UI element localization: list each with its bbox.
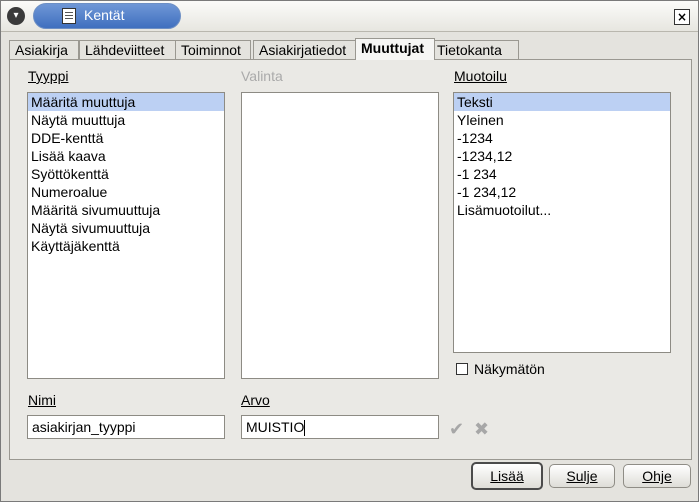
fields-dialog: ▾ Kentät × Asiakirja Lähdeviitteet Toimi…: [0, 0, 699, 502]
type-item-nayta-muuttuja[interactable]: Näytä muuttuja: [28, 111, 224, 129]
close-button[interactable]: Sulje: [549, 464, 615, 488]
type-item-maarita-muuttuja[interactable]: Määritä muuttuja: [28, 93, 224, 111]
name-field-value: asiakirjan_tyyppi: [32, 419, 136, 435]
tab-muuttujat[interactable]: Muuttujat: [355, 38, 435, 60]
help-button[interactable]: Ohje: [623, 464, 691, 488]
title-pill: Kentät: [33, 3, 181, 29]
tab-asiakirja[interactable]: Asiakirja: [9, 40, 79, 60]
type-item-kayttajakentta[interactable]: Käyttäjäkenttä: [28, 237, 224, 255]
tab-tietokanta[interactable]: Tietokanta: [431, 40, 519, 60]
title-bar: ▾ Kentät ×: [1, 1, 698, 32]
format-label-text: Muotoilu: [454, 68, 507, 84]
type-listbox[interactable]: Määritä muuttuja Näytä muuttuja DDE-kent…: [27, 92, 225, 379]
type-label: Tyyppi: [28, 68, 68, 84]
format-item-teksti[interactable]: Teksti: [454, 93, 670, 111]
format-item-lisamuotoilut[interactable]: Lisämuotoilut...: [454, 201, 670, 219]
window-menu-icon[interactable]: ▾: [7, 7, 25, 25]
invisible-checkbox[interactable]: [456, 363, 468, 375]
type-label-text: Tyyppi: [28, 68, 69, 84]
invisible-label: Näkymätön: [474, 361, 545, 377]
tab-asiakirjatiedot[interactable]: Asiakirjatiedot: [253, 40, 363, 60]
format-item-yleinen[interactable]: Yleinen: [454, 111, 670, 129]
close-icon[interactable]: ×: [674, 9, 690, 25]
value-field[interactable]: MUISTIO: [241, 415, 439, 439]
tab-lahdeviitteet[interactable]: Lähdeviitteet: [79, 40, 177, 60]
window-title: Kentät: [84, 7, 125, 23]
format-item-1-234[interactable]: -1 234: [454, 165, 670, 183]
close-button-label: Sulje: [566, 468, 598, 484]
value-label: Arvo: [241, 392, 270, 408]
insert-button[interactable]: Lisää: [471, 462, 543, 490]
value-field-value: MUISTIO: [246, 419, 305, 435]
format-item-1234-12[interactable]: -1234,12: [454, 147, 670, 165]
document-icon: [62, 8, 76, 24]
format-item-1-234-12[interactable]: -1 234,12: [454, 183, 670, 201]
x-icon[interactable]: ✖: [474, 421, 492, 439]
type-item-numeroalue[interactable]: Numeroalue: [28, 183, 224, 201]
name-label-text: Nimi: [28, 392, 56, 408]
type-item-lisaa-kaava[interactable]: Lisää kaava: [28, 147, 224, 165]
help-button-label: Ohje: [642, 468, 672, 484]
insert-button-label: Lisää: [490, 468, 524, 484]
format-listbox[interactable]: Teksti Yleinen -1234 -1234,12 -1 234 -1 …: [453, 92, 671, 353]
format-item-1234[interactable]: -1234: [454, 129, 670, 147]
type-item-dde-kentta[interactable]: DDE-kenttä: [28, 129, 224, 147]
tab-toiminnot[interactable]: Toiminnot: [175, 40, 251, 60]
type-item-maarita-sivumuuttuja[interactable]: Määritä sivumuuttuja: [28, 201, 224, 219]
type-item-nayta-sivumuuttuja[interactable]: Näytä sivumuuttuja: [28, 219, 224, 237]
selection-listbox[interactable]: [241, 92, 439, 379]
format-label: Muotoilu: [454, 68, 507, 84]
name-label: Nimi: [28, 392, 56, 408]
name-field[interactable]: asiakirjan_tyyppi: [27, 415, 225, 439]
value-label-text: Arvo: [241, 392, 270, 408]
type-item-syottokentta[interactable]: Syöttökenttä: [28, 165, 224, 183]
check-icon[interactable]: ✔: [449, 421, 467, 439]
text-caret: [304, 420, 306, 437]
selection-label: Valinta: [241, 68, 283, 84]
